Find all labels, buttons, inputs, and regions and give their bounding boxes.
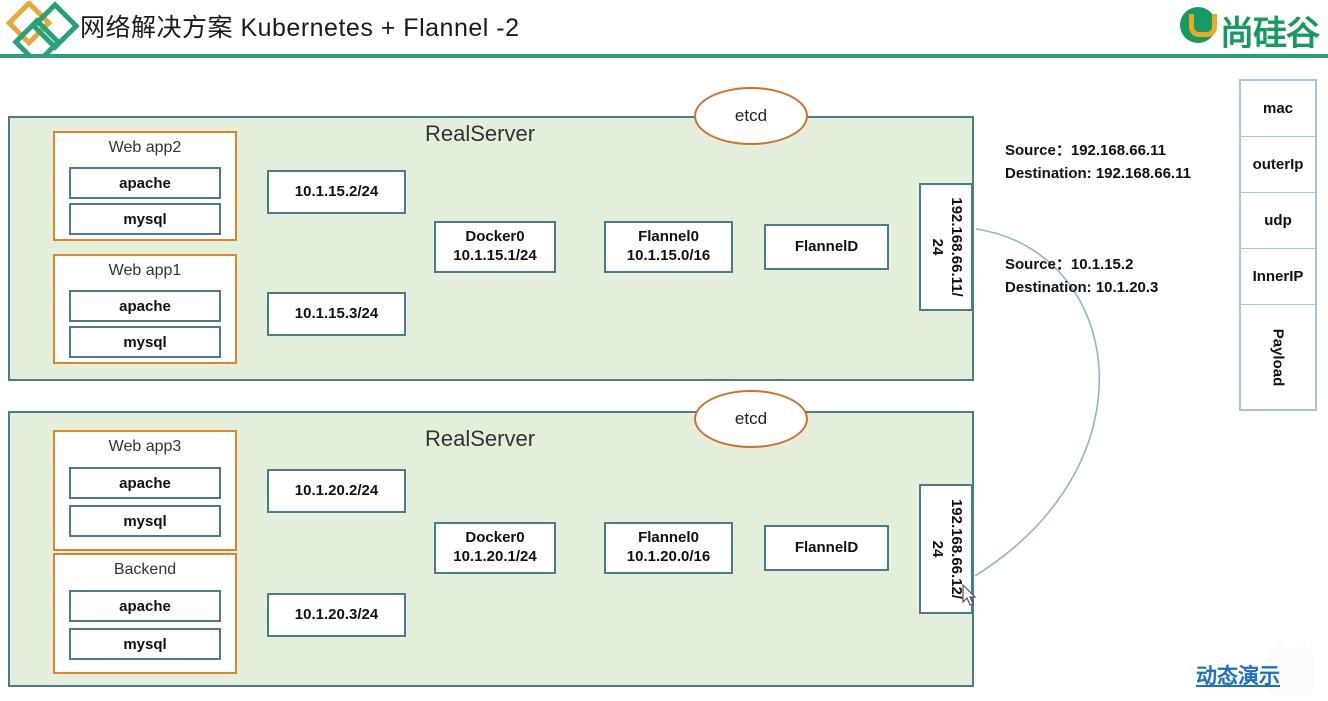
flannel0-top: Flannel0 10.1.15.0/16 [604, 221, 733, 273]
etcd-bottom: etcd [694, 390, 808, 448]
pod-web-app1: Web app1 apache mysql [53, 254, 237, 364]
realserver-bottom-title: RealServer [425, 426, 536, 451]
packet-layer-outerip: outerIp [1241, 137, 1315, 193]
pod-title: Web app2 [108, 139, 182, 156]
pod-title: Web app3 [108, 438, 182, 455]
dynamic-demo-link[interactable]: 动态演示 [1196, 660, 1280, 690]
pod-service-mysql: mysql [69, 203, 221, 235]
header-divider [0, 54, 1328, 58]
inner-destination: Destination: 10.1.20.3 [1005, 278, 1159, 296]
realserver-top-title: RealServer [425, 121, 536, 146]
pod-web-app3: Web app3 apache mysql [53, 430, 237, 551]
host-ip-line1: 192.168.66.11/ [947, 197, 965, 297]
pod-web-app2: Web app2 apache mysql [53, 131, 237, 241]
pod-service-mysql: mysql [69, 505, 221, 537]
pod-ip-10-1-20-3: 10.1.20.3/24 [267, 593, 406, 637]
host-ip-192-168-66-11: 192.168.66.11/ 24 [919, 183, 973, 311]
docker0-cidr: 10.1.20.1/24 [453, 548, 537, 565]
diamonds-logo-icon [5, 1, 80, 56]
flannel0-name: Flannel0 [638, 228, 699, 246]
docker0-bottom: Docker0 10.1.20.1/24 [434, 522, 556, 574]
packet-layer-payload-label: Payload [1269, 328, 1287, 386]
inner-header-annotation: Source：10.1.15.2 Destination: 10.1.20.3 [1005, 254, 1158, 299]
pod-service-apache: apache [69, 590, 221, 622]
pod-service-apache: apache [69, 290, 221, 322]
flannel0-cidr: 10.1.15.0/16 [626, 247, 711, 264]
pod-service-apache: apache [69, 467, 221, 499]
mouse-cursor-icon [962, 584, 977, 606]
flannel0-cidr: 10.1.20.0/16 [626, 548, 711, 565]
inner-source: Source：10.1.15.2 [1005, 256, 1134, 273]
slide-canvas: 网络解决方案 Kubernetes + Flannel -2 尚硅谷 RealS… [0, 0, 1328, 701]
outer-header-annotation: Source：192.168.66.11 Destination: 192.16… [1005, 140, 1191, 185]
flanneld-top: FlannelD [764, 224, 889, 270]
host-ip-line2: 24 [929, 238, 946, 256]
pod-ip-10-1-15-3: 10.1.15.3/24 [267, 292, 406, 336]
packet-layer-udp: udp [1241, 193, 1315, 249]
packet-layer-payload: Payload [1241, 305, 1315, 409]
docker0-name: Docker0 [465, 529, 525, 547]
flannel0-name: Flannel0 [638, 529, 699, 547]
pod-service-mysql: mysql [69, 326, 221, 358]
pod-ip-10-1-20-2: 10.1.20.2/24 [267, 469, 406, 513]
brand-name: 尚硅谷 [1220, 15, 1320, 48]
flanneld-bottom: FlannelD [764, 525, 889, 571]
pod-backend: Backend apache mysql [53, 553, 237, 674]
docker0-cidr: 10.1.15.1/24 [453, 247, 537, 264]
pod-service-apache: apache [69, 167, 221, 199]
pod-title: Backend [113, 561, 177, 578]
docker0-top: Docker0 10.1.15.1/24 [434, 221, 556, 273]
host-ip-text: 192.168.66.12/ 24 [927, 499, 965, 599]
atguigu-u-mark-icon [1180, 7, 1217, 43]
etcd-top: etcd [694, 87, 808, 145]
page-title: 网络解决方案 Kubernetes + Flannel -2 [80, 14, 520, 42]
outer-destination: Destination: 192.168.66.11 [1005, 164, 1191, 182]
docker0-name: Docker0 [465, 228, 525, 246]
host-ip-text: 192.168.66.11/ 24 [927, 197, 965, 296]
packet-layer-mac: mac [1241, 81, 1315, 137]
host-ip-line2: 24 [929, 540, 946, 558]
pod-title: Web app1 [108, 262, 182, 279]
flannel0-bottom: Flannel0 10.1.20.0/16 [604, 522, 733, 574]
outer-source: Source：192.168.66.11 [1005, 142, 1166, 159]
pod-ip-10-1-15-2: 10.1.15.2/24 [267, 170, 406, 214]
brand-logo: 尚硅谷 [1178, 4, 1328, 48]
packet-layer-stack: mac outerIp udp InnerIP Payload [1239, 79, 1317, 411]
pod-service-mysql: mysql [69, 628, 221, 660]
packet-layer-innerip: InnerIP [1241, 249, 1315, 305]
slide-header: 网络解决方案 Kubernetes + Flannel -2 尚硅谷 [0, 0, 1328, 58]
